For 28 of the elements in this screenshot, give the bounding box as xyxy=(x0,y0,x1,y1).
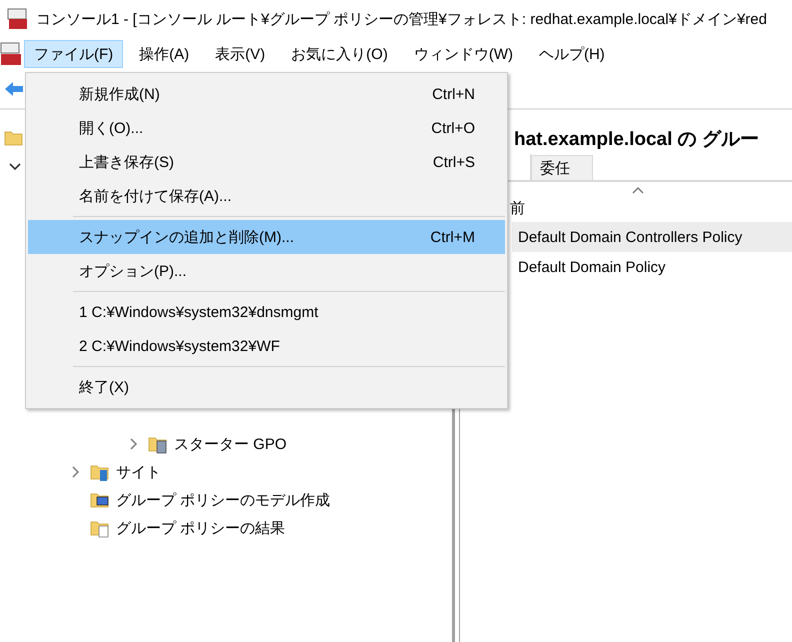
tree-item[interactable]: サイト xyxy=(116,462,161,482)
menu-entry[interactable]: 2 C:¥Windows¥system32¥WF xyxy=(28,329,505,363)
menu-entry[interactable]: 上書き保存(S) Ctrl+S xyxy=(28,145,505,179)
menu-entry[interactable]: 終了(X) xyxy=(28,370,505,404)
menu-item[interactable]: 表示(V) xyxy=(205,40,276,68)
list-row[interactable]: Default Domain Controllers Policy xyxy=(512,222,792,252)
menu-item[interactable]: ウィンドウ(W) xyxy=(404,40,523,68)
tree-item[interactable]: スターター GPO xyxy=(174,434,287,454)
menu-entry[interactable]: オプション(P)... xyxy=(28,254,505,288)
menu-entry[interactable]: 新規作成(N) Ctrl+N xyxy=(28,77,505,111)
menu-item[interactable]: 操作(A) xyxy=(129,40,200,68)
window-title: コンソール1 - [コンソール ルート¥グループ ポリシーの管理¥フォレスト: redhat.example.local¥ドメイン¥red xyxy=(36,10,767,28)
toolbox-icon[interactable] xyxy=(0,41,22,67)
sort-caret-icon xyxy=(632,186,644,194)
tree-item[interactable]: グループ ポリシーの結果 xyxy=(116,518,286,538)
menu-entry[interactable]: スナップインの追加と削除(M)... Ctrl+M xyxy=(28,220,505,254)
list-row[interactable]: Default Domain Policy xyxy=(512,252,792,282)
toolbox-icon xyxy=(6,7,30,31)
tree-item[interactable]: グループ ポリシーのモデル作成 xyxy=(116,490,330,510)
menu-entry[interactable]: 1 C:¥Windows¥system32¥dnsmgmt xyxy=(28,295,505,329)
menu-item[interactable]: ファイル(F) xyxy=(24,40,124,68)
menu-item[interactable]: お気に入り(O) xyxy=(281,40,398,68)
column-header[interactable]: 前 xyxy=(510,199,525,222)
tab[interactable]: 委任 xyxy=(531,155,593,180)
menu-entry[interactable]: 名前を付けて保存(A)... xyxy=(28,179,505,213)
back-arrow-icon[interactable] xyxy=(4,79,24,99)
menu-item[interactable]: ヘルプ(H) xyxy=(528,40,615,68)
menu-entry[interactable]: 開く(O)... Ctrl+O xyxy=(28,111,505,145)
